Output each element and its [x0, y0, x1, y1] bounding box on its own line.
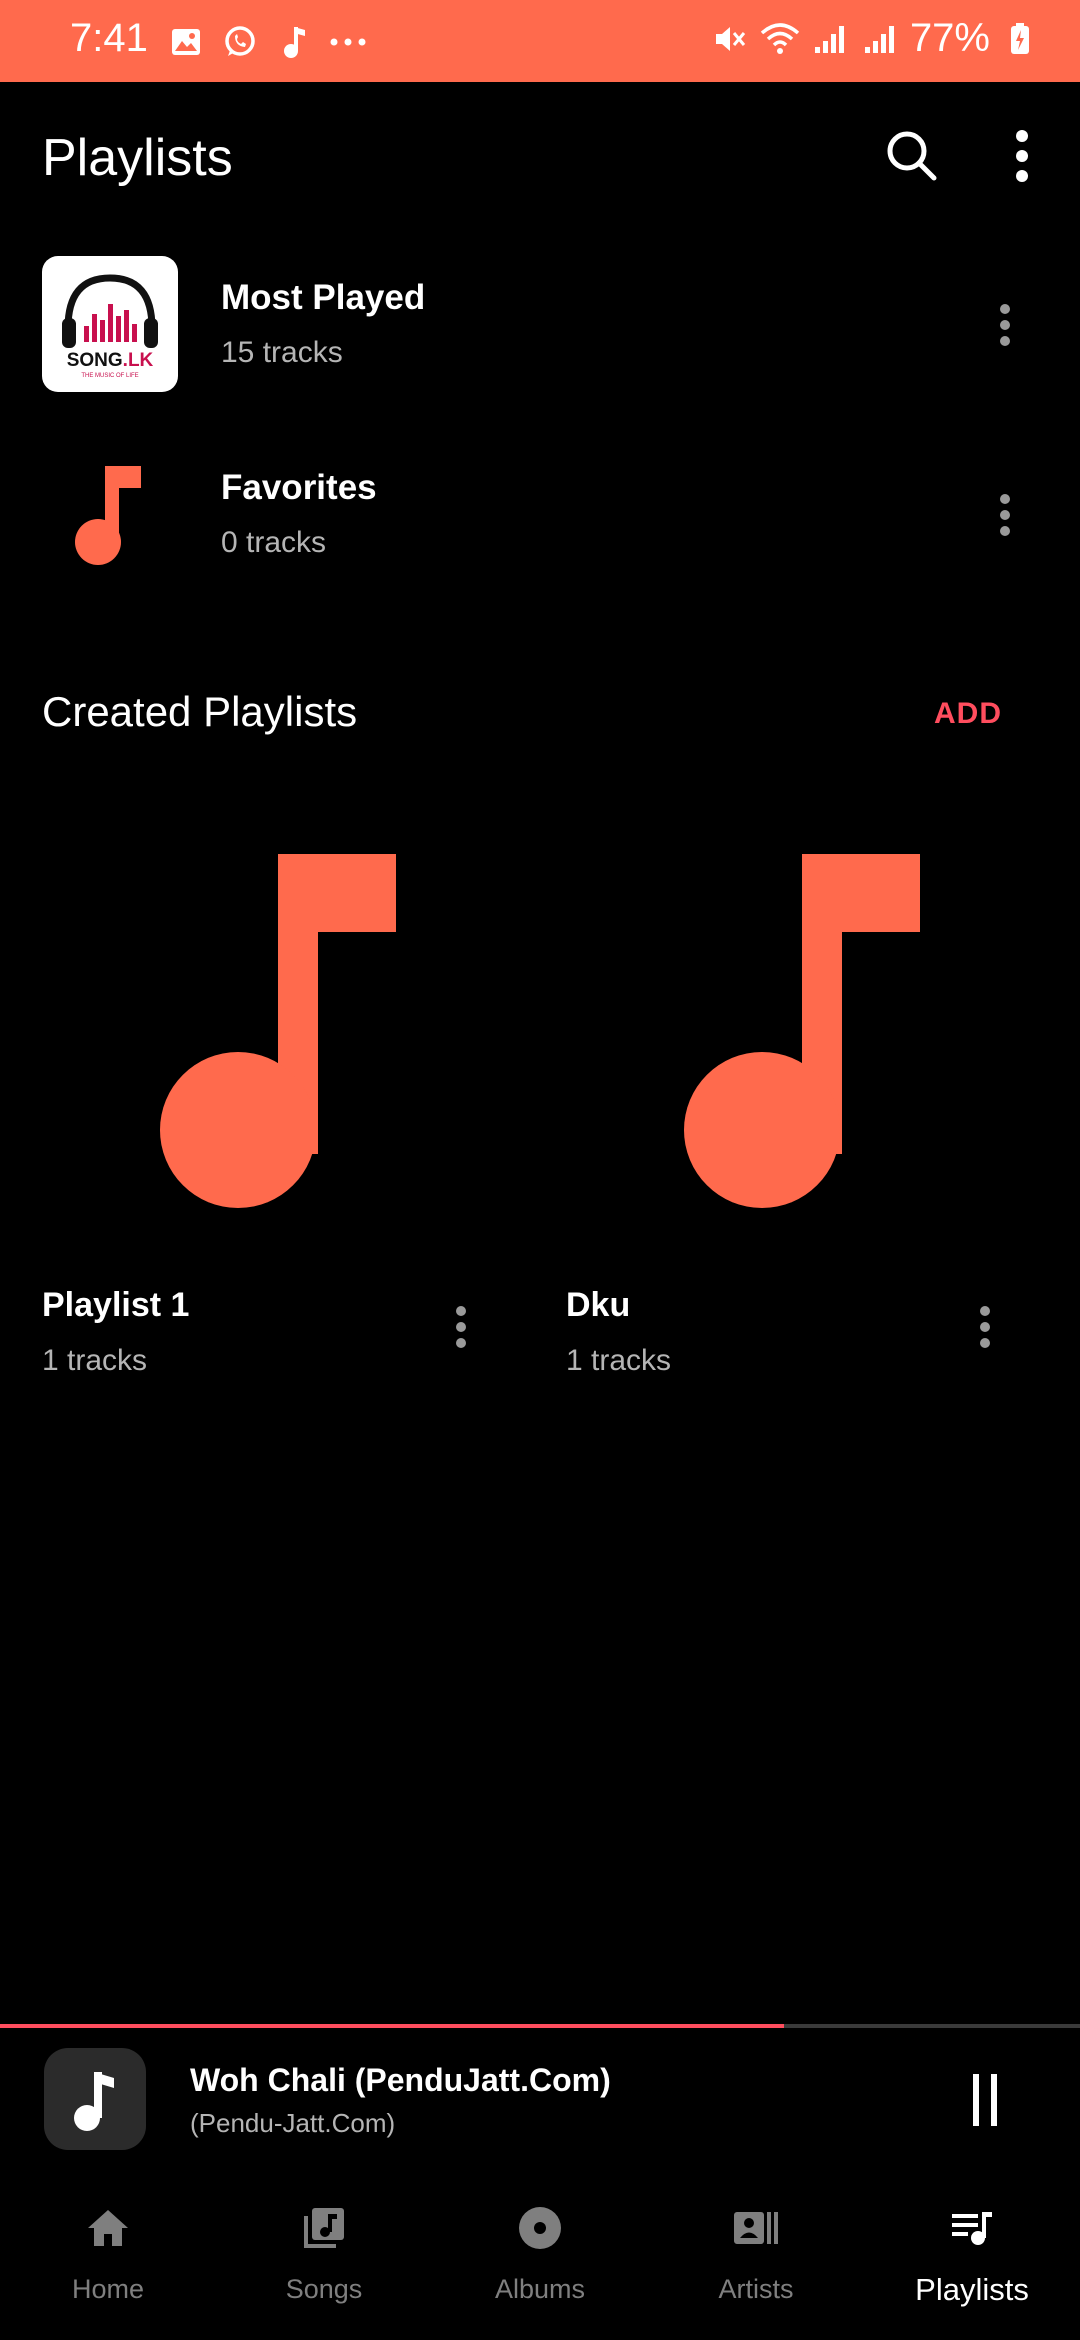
artist-icon [734, 2212, 778, 2244]
home-icon [88, 2210, 128, 2246]
pause-button[interactable] [970, 2072, 1000, 2128]
songlk-logo-icon: SONG.LK THE MUSIC OF LIFE [62, 274, 158, 379]
songs-icon [304, 2208, 344, 2248]
playlist-options-button[interactable] [990, 490, 1020, 540]
playlist-track-count: 0 tracks [221, 526, 327, 559]
svg-text:THE MUSIC OF LIFE: THE MUSIC OF LIFE [81, 373, 138, 379]
battery-charging-icon [1000, 19, 1040, 59]
signal-icon [860, 19, 900, 59]
nav-item-playlists[interactable]: Playlists [864, 2178, 1080, 2340]
nav-item-songs[interactable]: Songs [216, 2178, 432, 2340]
playlist-title: Dku [566, 1286, 631, 1324]
music-note-icon [274, 22, 314, 62]
svg-text:SONG.LK: SONG.LK [67, 350, 154, 371]
music-note-icon [75, 466, 141, 565]
playlist-track-count: 1 tracks [42, 1344, 148, 1377]
search-button[interactable] [880, 124, 944, 188]
playlist-card-dku[interactable]: Dku 1 tracks [524, 790, 1048, 1410]
nav-label: Artists [718, 2274, 794, 2304]
playlist-track-count: 1 tracks [566, 1344, 672, 1377]
music-note-icon [74, 2072, 114, 2131]
search-icon [887, 131, 937, 181]
app-bar: Playlists [0, 82, 1080, 232]
gallery-icon [166, 22, 206, 62]
playlist-icon [952, 2212, 992, 2245]
pause-icon [973, 2074, 997, 2126]
nav-item-artists[interactable]: Artists [648, 2178, 864, 2340]
battery-percent: 77% [909, 16, 990, 60]
playlist-art-placeholder [42, 790, 482, 1230]
playlist-art-placeholder [566, 790, 1006, 1230]
playlist-item-favorites[interactable]: Favorites 0 tracks [0, 440, 1080, 600]
more-dots-icon [328, 22, 368, 62]
nav-label: Home [71, 2274, 145, 2304]
status-bar: 7:41 77% [0, 0, 1080, 82]
more-options-button[interactable] [1000, 124, 1044, 188]
mini-player[interactable]: Woh Chali (PenduJatt.Com) (Pendu-Jatt.Co… [0, 2028, 1080, 2178]
more-vert-icon [456, 1306, 466, 1348]
add-playlist-button[interactable]: ADD [934, 697, 1002, 731]
bottom-navigation: Home Songs Albums Artists Playlists [0, 2178, 1080, 2340]
section-title-created-playlists: Created Playlists [42, 688, 358, 735]
playlist-track-count: 15 tracks [221, 336, 343, 369]
nav-item-home[interactable]: Home [0, 2178, 216, 2340]
signal-icon [810, 19, 850, 59]
nav-label: Playlists [915, 2272, 1029, 2307]
more-vert-icon [1000, 494, 1010, 536]
playlist-title: Playlist 1 [42, 1286, 190, 1324]
more-vert-icon [1000, 304, 1010, 346]
playlist-card-playlist-1[interactable]: Playlist 1 1 tracks [0, 790, 524, 1410]
music-note-icon [160, 854, 396, 1208]
playlist-options-button[interactable] [970, 1302, 1000, 1352]
playlist-options-button[interactable] [990, 300, 1020, 350]
now-playing-title: Woh Chali (PenduJatt.Com) [190, 2062, 611, 2098]
playlist-item-most-played[interactable]: SONG.LK THE MUSIC OF LIFE Most Played 15… [0, 250, 1080, 410]
status-system-icons: 77% [710, 16, 1040, 61]
music-note-icon [684, 854, 920, 1208]
playlist-title: Most Played [221, 278, 426, 317]
nav-label: Songs [285, 2274, 363, 2304]
more-vert-icon [980, 1306, 990, 1348]
playlist-art-placeholder [42, 446, 178, 582]
now-playing-art [44, 2048, 146, 2150]
more-vert-icon [1016, 130, 1028, 182]
playlist-art-songlk-logo: SONG.LK THE MUSIC OF LIFE [42, 256, 178, 392]
album-icon [519, 2207, 561, 2249]
playlist-title: Favorites [221, 468, 377, 507]
nav-label: Albums [494, 2274, 586, 2304]
status-time: 7:41 [70, 16, 148, 60]
page-title: Playlists [42, 129, 233, 187]
whatsapp-icon [220, 22, 260, 62]
playlist-options-button[interactable] [446, 1302, 476, 1352]
nav-item-albums[interactable]: Albums [432, 2178, 648, 2340]
mute-icon [710, 19, 750, 59]
now-playing-artist: (Pendu-Jatt.Com) [190, 2108, 396, 2138]
wifi-icon [760, 19, 800, 59]
status-notification-icons [166, 22, 368, 62]
